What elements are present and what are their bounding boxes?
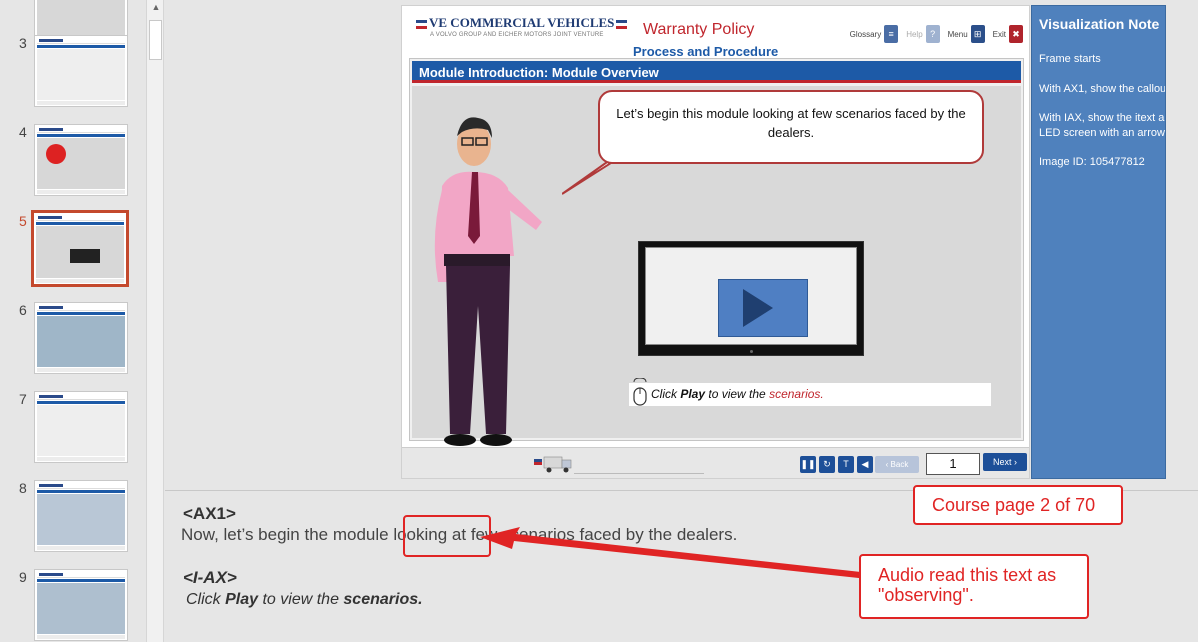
progress-track <box>574 473 704 474</box>
brand-flag-icon <box>416 19 427 29</box>
viz-note-line: LED screen with an arrow. <box>1039 127 1166 139</box>
slide-number: 3 <box>19 35 27 51</box>
slide-thumbnail[interactable] <box>34 569 128 641</box>
truck-icon <box>534 456 572 473</box>
annotation-arrow <box>480 527 870 579</box>
module-title: Module Introduction: Module Overview <box>419 65 659 80</box>
brand-logo: VE COMMERCIAL VEHICLES <box>414 15 629 31</box>
glossary-icon[interactable]: ≡ <box>884 25 899 43</box>
slide-thumbnail[interactable] <box>34 35 128 107</box>
thumbnail-row[interactable]: 6 <box>0 302 146 378</box>
viz-note-line: With IAX, show the itext a <box>1039 112 1165 124</box>
presentation-editor: 3 4 5 6 7 8 9 ▲ VE COMMERCIAL VEHICLES A… <box>0 0 1198 642</box>
slide-thumbnail[interactable] <box>31 210 129 287</box>
viz-note-line: Frame starts <box>1039 53 1101 65</box>
thumbnail-row[interactable]: 4 <box>0 124 146 200</box>
slide-number: 6 <box>19 302 27 318</box>
speech-callout: Let’s begin this module looking at few s… <box>598 90 984 164</box>
thumbnail-row-selected[interactable]: 5 <box>0 210 146 289</box>
course-subtitle: Process and Procedure <box>633 44 779 59</box>
back-button[interactable]: ‹ Back <box>875 456 919 473</box>
scrollbar-thumb[interactable] <box>149 20 162 60</box>
slide-thumbnail[interactable] <box>34 480 128 552</box>
volume-button[interactable]: ◀ <box>857 456 873 473</box>
notes-heading-iax: <I-AX> <box>183 568 237 587</box>
course-page-annotation: Course page 2 of 70 <box>913 485 1123 525</box>
screen-display <box>645 247 857 345</box>
thumbnail-row[interactable]: 7 <box>0 391 146 467</box>
slide-thumbnail[interactable] <box>34 302 128 374</box>
instruction-text: Click Play to view the scenarios. <box>629 378 991 406</box>
slide-thumbnail-pane: 3 4 5 6 7 8 9 <box>0 0 146 642</box>
brand-subtitle: A VOLVO GROUP AND EICHER MOTORS JOINT VE… <box>430 32 604 38</box>
exit-icon[interactable]: ✖ <box>1009 25 1023 43</box>
viz-note-title: Visualization Note <box>1039 16 1160 32</box>
visualization-note: Visualization Note Frame starts With AX1… <box>1031 5 1166 479</box>
page-number-field[interactable]: 1 <box>926 453 980 475</box>
slide-number: 4 <box>19 124 27 140</box>
notes-onscreen-text: Click Play to view the scenarios. <box>186 591 423 608</box>
content-area: Module Introduction: Module Overview Let… <box>409 58 1024 446</box>
thumbnail-row[interactable]: 9 <box>0 569 146 642</box>
pause-button[interactable]: ❚❚ <box>800 456 816 473</box>
glossary-label: Glossary <box>849 29 882 39</box>
help-label: Help <box>906 29 923 39</box>
play-icon <box>743 289 773 327</box>
top-navigation: Glossary ≡ Help ? Menu ⊞ Exit ✖ <box>850 25 1023 43</box>
slide-number: 8 <box>19 480 27 496</box>
viz-note-line: With AX1, show the callou <box>1039 83 1166 95</box>
replay-button[interactable]: ↻ <box>819 456 835 473</box>
transcript-button[interactable]: T <box>838 456 854 473</box>
viz-note-line: Image ID: 105477812 <box>1039 156 1145 168</box>
led-screen <box>638 241 864 356</box>
exit-label: Exit <box>992 29 1006 39</box>
slide-number: 5 <box>19 213 27 229</box>
help-icon[interactable]: ? <box>925 25 940 43</box>
scene-stage: Let’s begin this module looking at few s… <box>412 86 1021 446</box>
module-title-bar: Module Introduction: Module Overview <box>412 61 1021 83</box>
presenter-character <box>434 117 542 446</box>
slide-thumbnail[interactable] <box>34 391 128 463</box>
alert-icon <box>46 144 66 164</box>
thumbnail-row[interactable]: 3 <box>0 35 146 111</box>
slide-number: 9 <box>19 569 27 585</box>
thumbnail-row[interactable]: 8 <box>0 480 146 556</box>
slide-number: 7 <box>19 391 27 407</box>
thumbnail-scrollbar[interactable]: ▲ <box>146 0 164 642</box>
menu-icon[interactable]: ⊞ <box>970 25 985 43</box>
menu-label: Menu <box>947 29 968 39</box>
mouse-icon <box>633 378 647 406</box>
notes-heading-ax1: <AX1> <box>183 504 236 523</box>
player-footer: ❚❚ ↻ T ◀ ‹ Back 1 Next › <box>402 447 1029 478</box>
course-title: Warranty Policy <box>643 21 755 38</box>
next-button[interactable]: Next › <box>983 453 1027 471</box>
brand-flag-icon <box>616 19 628 29</box>
audio-note-annotation: Audio read this text as "observing". <box>859 554 1089 619</box>
highlight-box <box>403 515 491 557</box>
scroll-up-icon[interactable]: ▲ <box>149 0 163 14</box>
slide-thumbnail[interactable] <box>34 124 128 196</box>
slide-canvas[interactable]: VE COMMERCIAL VEHICLES A VOLVO GROUP AND… <box>401 5 1030 479</box>
play-button[interactable] <box>718 279 808 337</box>
